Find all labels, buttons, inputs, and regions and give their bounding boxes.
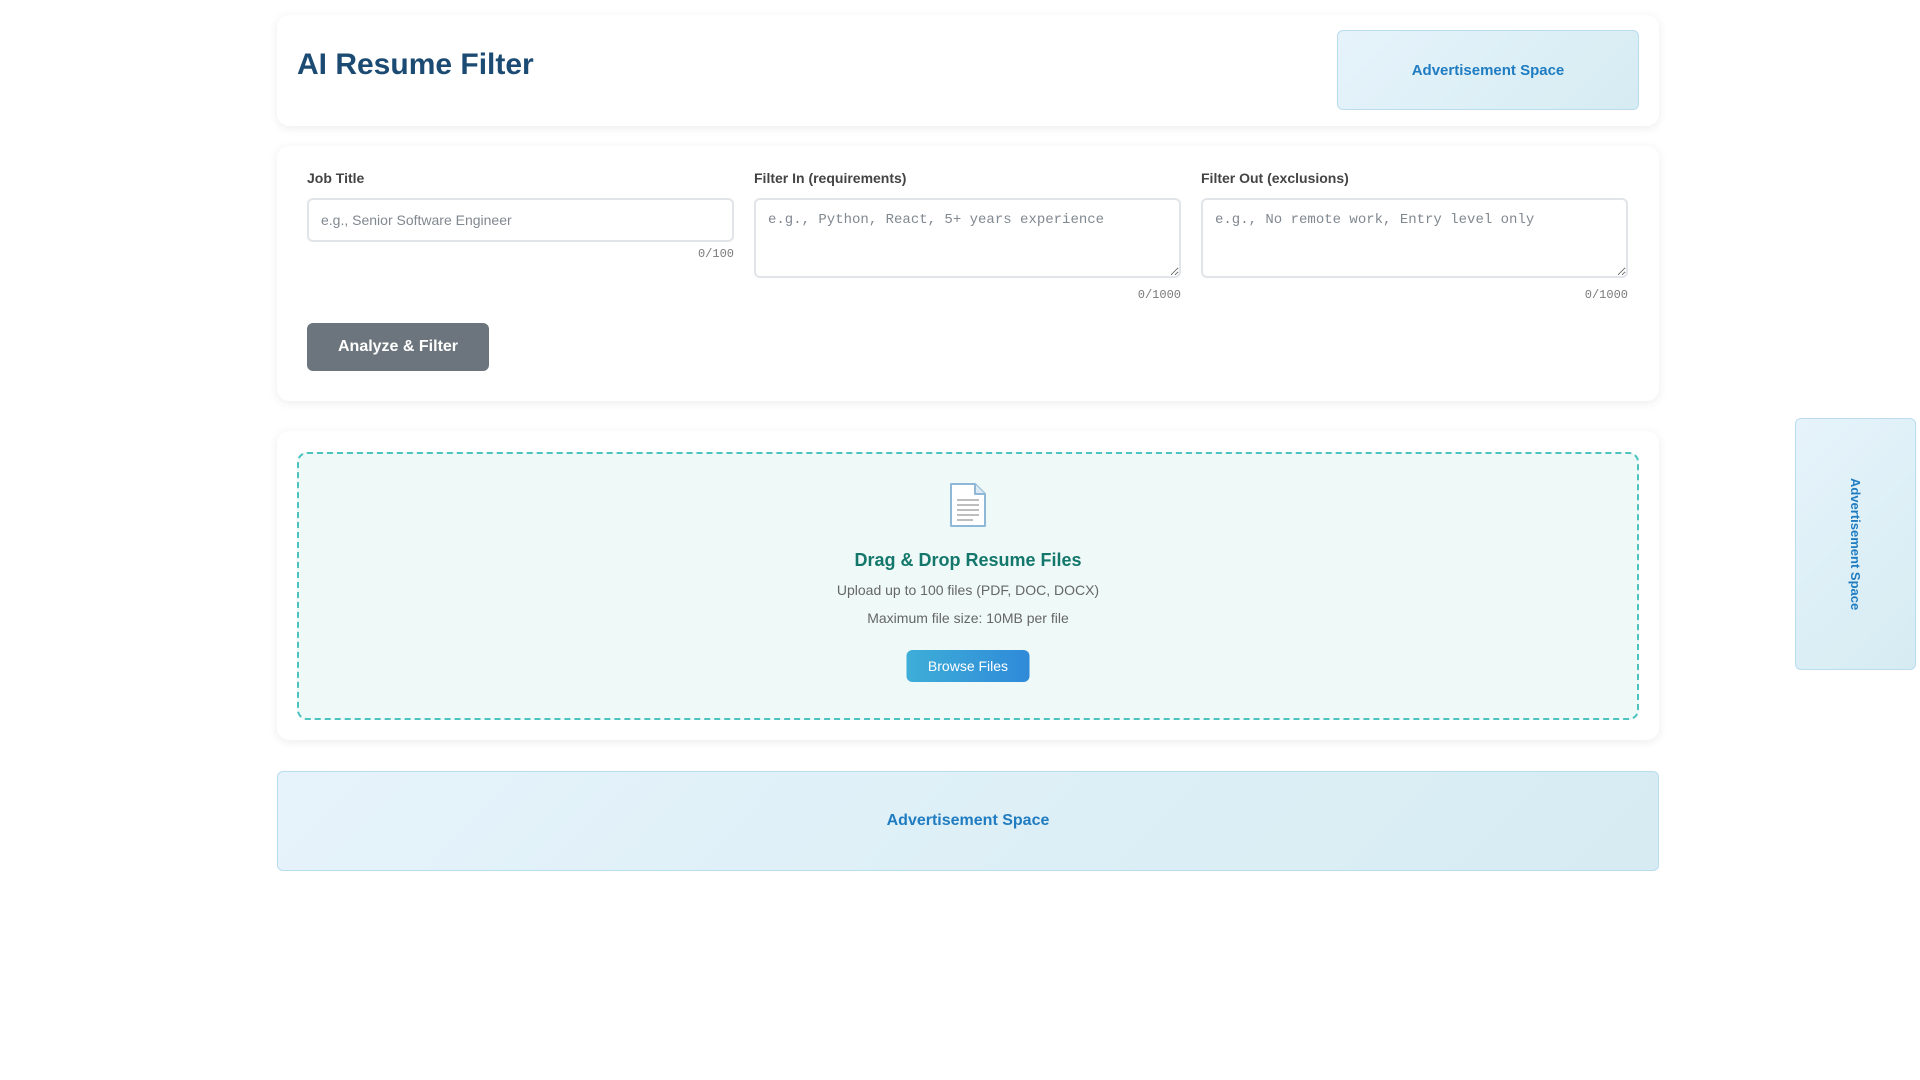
dropzone-max-size: Maximum file size: 10MB per file xyxy=(867,610,1069,626)
filter-out-field: Filter Out (exclusions) 0/1000 xyxy=(1201,170,1628,302)
page-title: AI Resume Filter xyxy=(297,48,534,81)
filter-form-card: Job Title 0/100 Filter In (requirements)… xyxy=(277,146,1659,401)
job-title-counter: 0/100 xyxy=(697,247,734,261)
job-title-field: Job Title 0/100 xyxy=(307,170,734,261)
side-advertisement[interactable]: Advertisement Space xyxy=(1795,418,1916,670)
analyze-filter-button[interactable]: Analyze & Filter xyxy=(307,323,489,371)
job-title-label: Job Title xyxy=(307,170,365,186)
browse-files-button[interactable]: Browse Files xyxy=(906,650,1030,682)
filter-out-counter: 0/1000 xyxy=(1584,288,1628,302)
upload-card: Drag & Drop Resume Files Upload up to 10… xyxy=(277,431,1659,740)
header-advertisement[interactable]: Advertisement Space xyxy=(1337,30,1639,110)
filter-in-counter: 0/1000 xyxy=(1137,288,1181,302)
dropzone-title: Drag & Drop Resume Files xyxy=(854,550,1082,570)
bottom-advertisement-label: Advertisement Space xyxy=(886,812,1050,829)
job-title-input[interactable] xyxy=(307,198,734,242)
bottom-advertisement[interactable]: Advertisement Space xyxy=(277,771,1659,871)
filter-in-textarea[interactable] xyxy=(754,198,1181,278)
filter-in-label: Filter In (requirements) xyxy=(754,170,907,186)
document-icon xyxy=(950,483,986,527)
filter-out-textarea[interactable] xyxy=(1201,198,1628,278)
header-advertisement-label: Advertisement Space xyxy=(1411,61,1565,79)
dropzone-file-types: Upload up to 100 files (PDF, DOC, DOCX) xyxy=(836,582,1100,598)
side-advertisement-label: Advertisement Space xyxy=(1848,477,1863,611)
filter-out-label: Filter Out (exclusions) xyxy=(1201,170,1349,186)
filter-in-field: Filter In (requirements) 0/1000 xyxy=(754,170,1181,302)
header-card: AI Resume Filter Advertisement Space xyxy=(277,15,1659,126)
resume-dropzone[interactable]: Drag & Drop Resume Files Upload up to 10… xyxy=(297,452,1639,720)
